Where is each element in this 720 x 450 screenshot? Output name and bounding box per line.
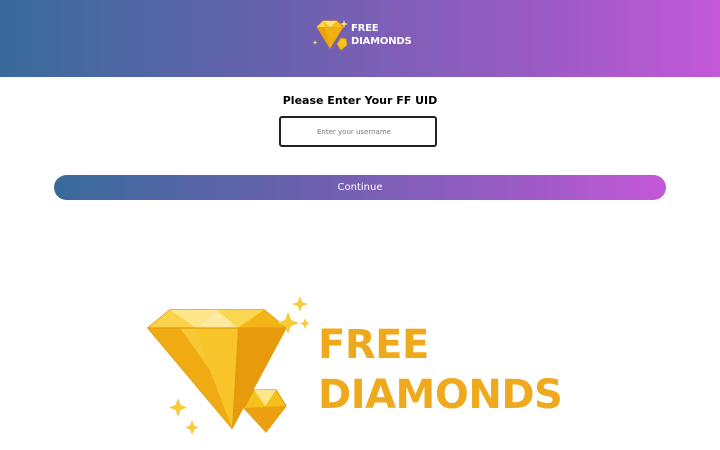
diamond-icon [313, 20, 348, 51]
banner-text: FREE DIAMONDS [318, 320, 563, 420]
continue-button[interactable]: Continue [54, 175, 666, 200]
banner-line2: DIAMONDS [318, 372, 563, 418]
diamond-icon [146, 296, 310, 435]
banner-line1: FREE [318, 322, 429, 368]
free-diamonds-banner: FREE DIAMONDS [140, 290, 580, 440]
uid-input[interactable] [279, 116, 437, 147]
header-bar: FREE DIAMONDS [0, 0, 720, 77]
header-logo-text: FREE DIAMONDS [351, 22, 412, 48]
header-logo[interactable]: FREE DIAMONDS [313, 18, 412, 52]
form-title: Please Enter Your FF UID [282, 94, 438, 107]
header-logo-line2: DIAMONDS [351, 36, 412, 47]
header-logo-line1: FREE [351, 23, 379, 34]
